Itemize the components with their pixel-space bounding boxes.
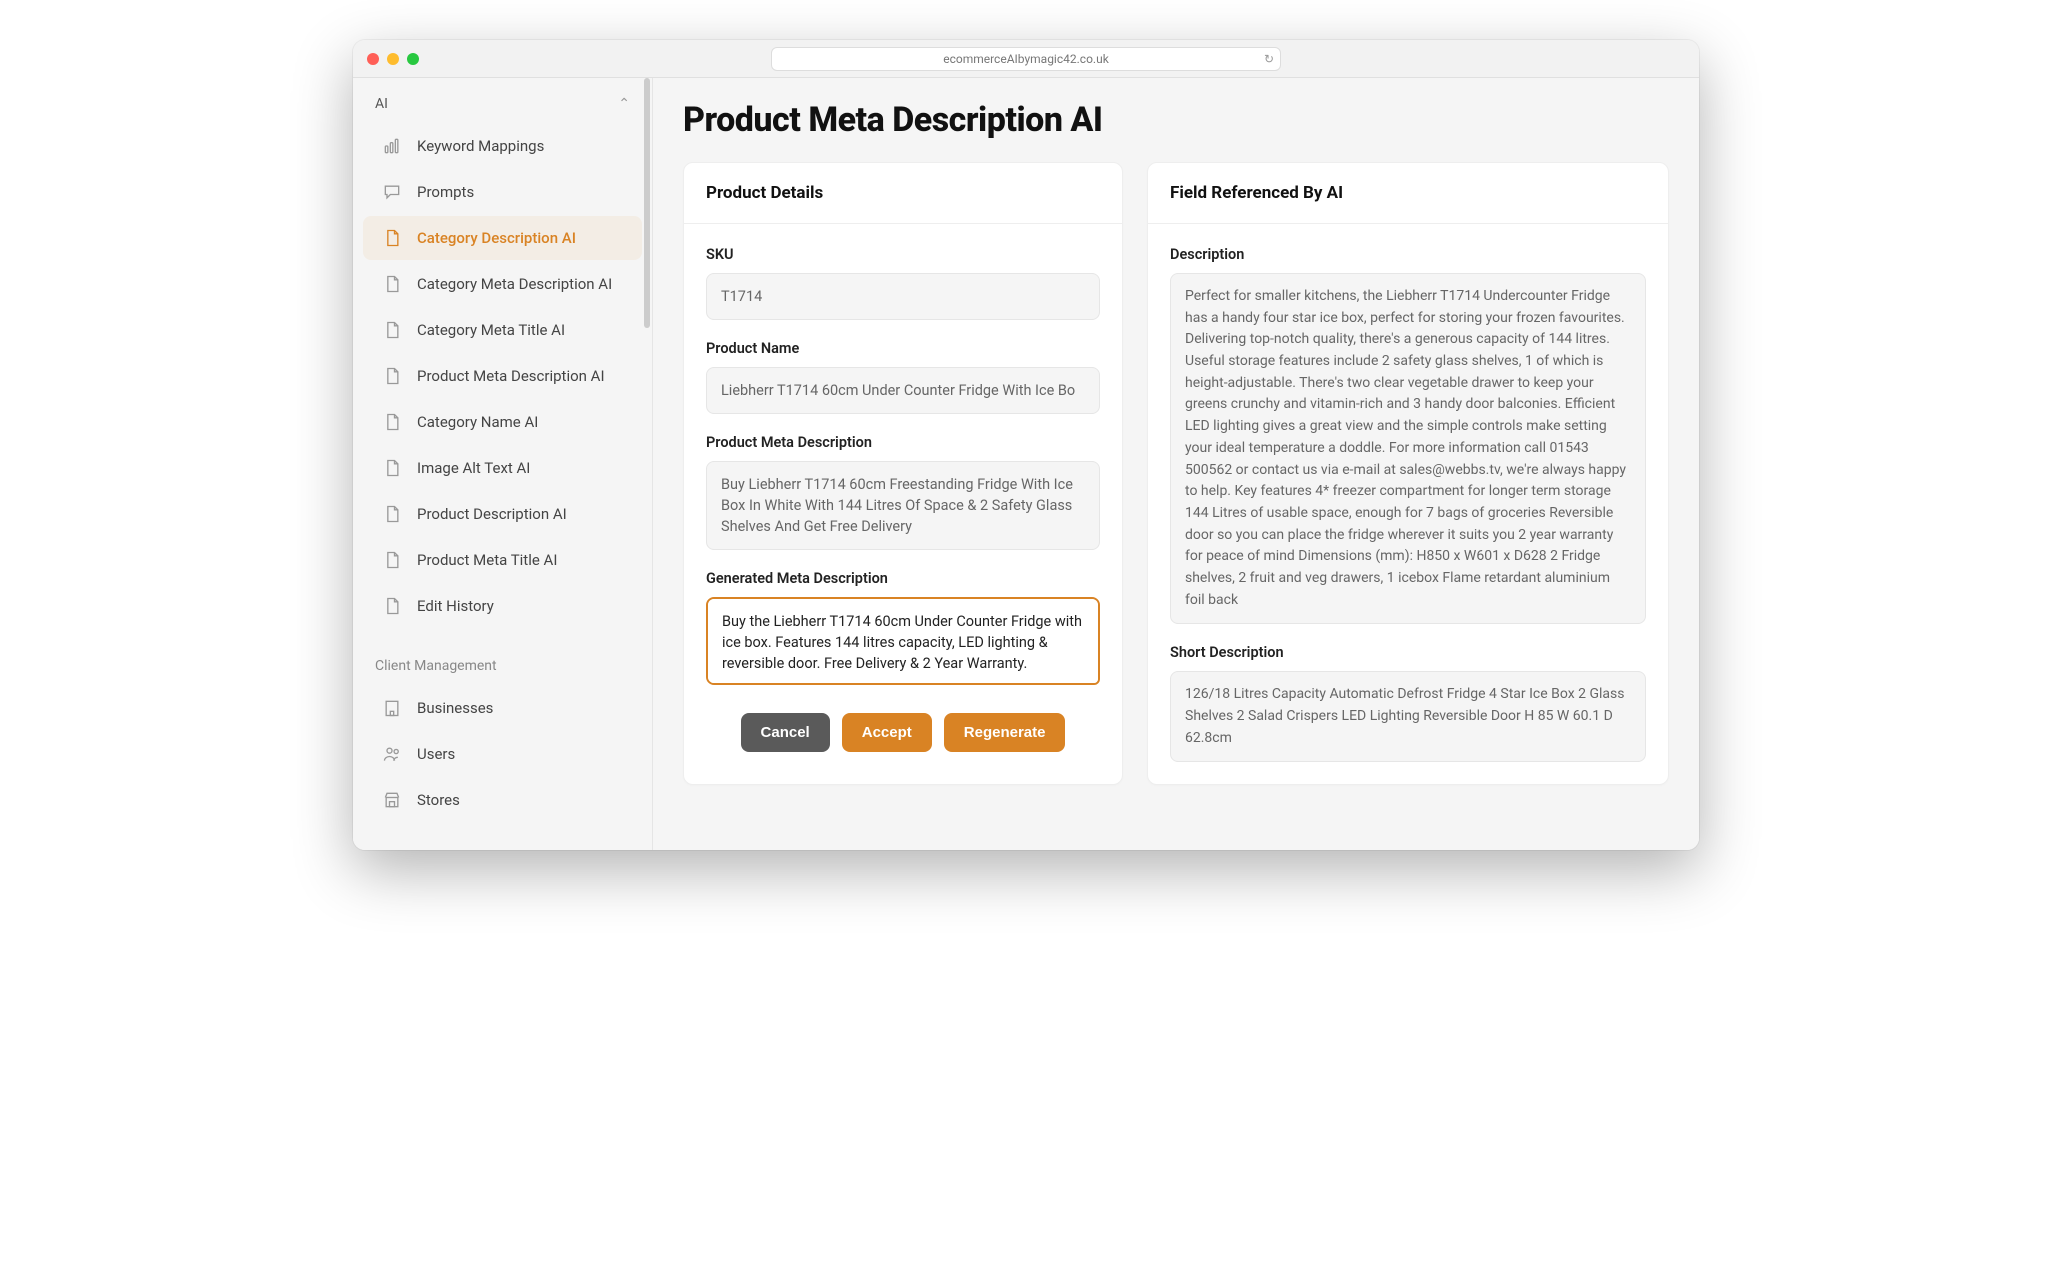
sidebar-item-stores[interactable]: Stores [363, 778, 642, 822]
product-details-card: Product Details SKU T1714 Product Name L… [683, 162, 1123, 785]
doc-icon [381, 227, 403, 249]
maximize-window-button[interactable] [407, 53, 419, 65]
sidebar-item-label: Category Description AI [417, 229, 576, 247]
traffic-lights [367, 53, 419, 65]
sidebar-item-label: Keyword Mappings [417, 137, 544, 155]
bars-icon [381, 135, 403, 157]
meta-description-label: Product Meta Description [706, 434, 1100, 451]
doc-icon [381, 549, 403, 571]
minimize-window-button[interactable] [387, 53, 399, 65]
address-url: ecommerceAIbymagic42.co.uk [943, 52, 1109, 66]
doc-icon [381, 365, 403, 387]
sidebar-item-product-meta-title-ai[interactable]: Product Meta Title AI [363, 538, 642, 582]
meta-description-value: Buy Liebherr T1714 60cm Freestanding Fri… [706, 461, 1100, 550]
card-header: Product Details [684, 163, 1122, 224]
main-content: Product Meta Description AI Product Deta… [653, 78, 1699, 850]
sidebar-item-businesses[interactable]: Businesses [363, 686, 642, 730]
sidebar-item-label: Category Name AI [417, 413, 538, 431]
product-name-label: Product Name [706, 340, 1100, 357]
short-description-label: Short Description [1170, 644, 1646, 661]
sidebar-item-label: Stores [417, 791, 460, 809]
sidebar-item-label: Users [417, 745, 455, 763]
sidebar-item-label: Category Meta Description AI [417, 275, 612, 293]
doc-icon [381, 319, 403, 341]
doc-icon [381, 595, 403, 617]
sidebar-item-image-alt-text-ai[interactable]: Image Alt Text AI [363, 446, 642, 490]
generated-meta-label: Generated Meta Description [706, 570, 1100, 587]
chevron-up-icon: ⌃ [618, 96, 630, 112]
generated-meta-textarea[interactable] [706, 597, 1100, 685]
regenerate-button[interactable]: Regenerate [944, 713, 1066, 752]
card-header: Field Referenced By AI [1148, 163, 1668, 224]
sku-value: T1714 [706, 273, 1100, 320]
description-label: Description [1170, 246, 1646, 263]
sidebar-item-label: Product Description AI [417, 505, 567, 523]
sidebar-item-label: Prompts [417, 183, 474, 201]
sidebar-item-label: Image Alt Text AI [417, 459, 530, 477]
reference-card: Field Referenced By AI Description Perfe… [1147, 162, 1669, 785]
doc-icon [381, 457, 403, 479]
sidebar-item-label: Product Meta Title AI [417, 551, 557, 569]
sidebar-section-label: AI [375, 96, 388, 112]
building-icon [381, 697, 403, 719]
sidebar-item-label: Edit History [417, 597, 494, 615]
chat-icon [381, 181, 403, 203]
sidebar-item-category-meta-description-ai[interactable]: Category Meta Description AI [363, 262, 642, 306]
sidebar-item-keyword-mappings[interactable]: Keyword Mappings [363, 124, 642, 168]
doc-icon [381, 273, 403, 295]
users-icon [381, 743, 403, 765]
sidebar-group-client-management: Client Management [353, 630, 652, 684]
sidebar-item-category-name-ai[interactable]: Category Name AI [363, 400, 642, 444]
sidebar-item-prompts[interactable]: Prompts [363, 170, 642, 214]
address-bar[interactable]: ecommerceAIbymagic42.co.uk ↻ [771, 47, 1281, 71]
action-buttons: Cancel Accept Regenerate [706, 709, 1100, 752]
sidebar: AI ⌃ Keyword Mappings Prompts Catego [353, 78, 653, 850]
sku-label: SKU [706, 246, 1100, 263]
sidebar-item-label: Businesses [417, 699, 493, 717]
titlebar: ecommerceAIbymagic42.co.uk ↻ [353, 40, 1699, 78]
sidebar-item-product-description-ai[interactable]: Product Description AI [363, 492, 642, 536]
sidebar-item-users[interactable]: Users [363, 732, 642, 776]
sidebar-item-label: Category Meta Title AI [417, 321, 565, 339]
doc-icon [381, 411, 403, 433]
sidebar-item-product-meta-description-ai[interactable]: Product Meta Description AI [363, 354, 642, 398]
sidebar-item-category-meta-title-ai[interactable]: Category Meta Title AI [363, 308, 642, 352]
store-icon [381, 789, 403, 811]
description-value: Perfect for smaller kitchens, the Liebhe… [1170, 273, 1646, 624]
accept-button[interactable]: Accept [842, 713, 932, 752]
browser-window: ecommerceAIbymagic42.co.uk ↻ AI ⌃ Keywor… [353, 40, 1699, 850]
page-title: Product Meta Description AI [683, 100, 1669, 140]
sidebar-item-category-description-ai[interactable]: Category Description AI [363, 216, 642, 260]
short-description-value: 126/18 Litres Capacity Automatic Defrost… [1170, 671, 1646, 762]
sidebar-item-label: Product Meta Description AI [417, 367, 605, 385]
cancel-button[interactable]: Cancel [741, 713, 830, 752]
refresh-icon[interactable]: ↻ [1264, 52, 1274, 66]
sidebar-section-ai[interactable]: AI ⌃ [353, 78, 652, 122]
scrollbar[interactable] [644, 78, 650, 328]
close-window-button[interactable] [367, 53, 379, 65]
doc-icon [381, 503, 403, 525]
product-name-value: Liebherr T1714 60cm Under Counter Fridge… [706, 367, 1100, 414]
sidebar-item-edit-history[interactable]: Edit History [363, 584, 642, 628]
